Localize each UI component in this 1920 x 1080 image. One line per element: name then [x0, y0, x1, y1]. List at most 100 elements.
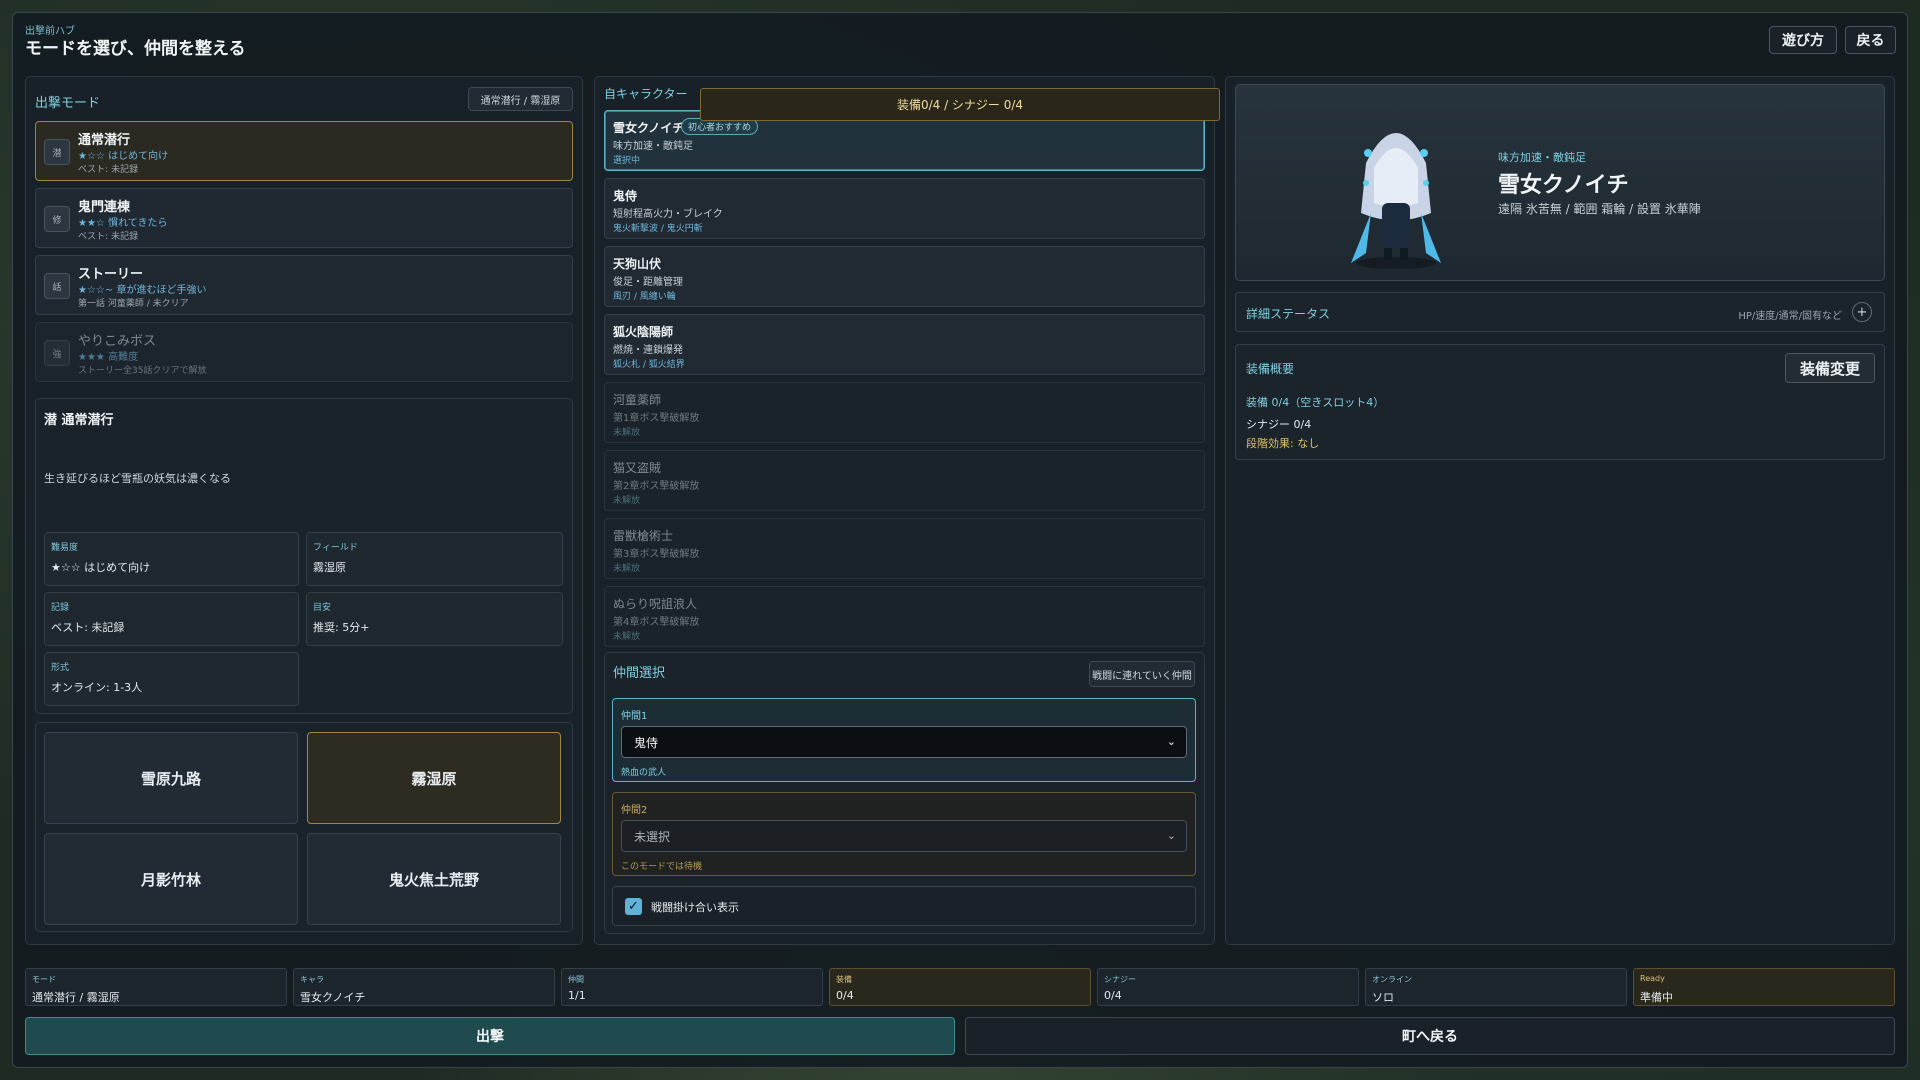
character-name: 雪女クノイチ [613, 121, 685, 135]
summary-value: 通常潜行 / 霧湿原 [32, 991, 120, 1004]
equip-synergy-tooltip: 装備0/4 / シナジー 0/4 [700, 88, 1220, 121]
mode-name: ストーリー [78, 267, 144, 282]
summary-value: 準備中 [1640, 991, 1673, 1004]
character-item-raiju[interactable]: 雷獣槍術士 第3章ボス撃破解放 未解放 [604, 518, 1205, 579]
sortie-button[interactable]: 出撃 [25, 1017, 955, 1055]
summary-label: 装備 [836, 975, 852, 984]
companion-2-select[interactable]: 未選択 ⌄ [621, 820, 1187, 852]
detail-guide: 目安 推奨: 5分+ [306, 592, 563, 646]
cell-label: 難易度 [51, 543, 79, 553]
character-sub: 選択中 [613, 156, 641, 166]
character-sub: 風刃 / 風纏い輪 [613, 292, 676, 302]
mode-detail-desc: 生き延びるほど雪瓶の妖気は濃くなる [44, 472, 231, 485]
character-panel-title: 自キャラクター [604, 87, 688, 101]
companion-chip: 戦闘に連れていく仲間 [1089, 661, 1195, 687]
companion-slot-1: 仲間1 鬼侍 ⌄ 熱血の武人 [612, 698, 1196, 782]
back-button[interactable]: 戻る [1845, 26, 1896, 54]
character-item-nekomata[interactable]: 猫又盗賊 第2章ボス撃破解放 未解放 [604, 450, 1205, 511]
slot-label: 仲間1 [621, 711, 648, 722]
mode-item-story[interactable]: 話 ストーリー ★☆☆~ 章が進むほど手強い 第一話 河童薬師 / 未クリア [35, 255, 573, 315]
character-name: 猫又盗賊 [613, 461, 662, 475]
character-sub: 未解放 [613, 496, 641, 506]
cell-value: ベスト: 未記録 [51, 621, 125, 634]
character-item-onmyoji[interactable]: 狐火陰陽師 燃焼・連鎖爆発 狐火札 / 狐火結界 [604, 314, 1205, 375]
mode-icon: 潜 [44, 139, 70, 165]
summary-equipment: 装備 0/4 [829, 968, 1091, 1006]
summary-companions: 仲間 1/1 [561, 968, 823, 1006]
mode-difficulty: ★★★ 高難度 [78, 352, 139, 363]
field-option-mistmarsh[interactable]: 霧湿原 [307, 732, 561, 824]
cell-label: フィールド [313, 543, 358, 553]
mode-name: 鬼門連棟 [78, 200, 131, 215]
checkbox-checked-icon[interactable]: ✓ [625, 898, 642, 915]
summary-online: オンライン ソロ [1365, 968, 1627, 1006]
character-name: 鬼侍 [613, 189, 638, 203]
summary-label: キャラ [300, 975, 324, 984]
character-role: 第4章ボス撃破解放 [613, 617, 700, 628]
summary-character: キャラ 雪女クノイチ [293, 968, 555, 1006]
character-sub: 未解放 [613, 564, 641, 574]
mode-item-boss[interactable]: 強 やりこみボス ★★★ 高難度 ストーリー全35話クリアで解放 [35, 322, 573, 382]
character-name: ぬらり呪詛浪人 [613, 597, 698, 611]
equip-title: 装備概要 [1246, 362, 1295, 376]
summary-label: シナジー [1104, 975, 1136, 984]
mode-item-normal[interactable]: 潜 通常潜行 ★☆☆ はじめて向け ベスト: 未記録 [35, 121, 573, 181]
mode-best: ベスト: 未記録 [78, 232, 139, 242]
field-option-snowfield[interactable]: 雪原九路 [44, 732, 298, 824]
summary-value: 0/4 [1104, 989, 1122, 1002]
cell-value: 推奨: 5分+ [313, 621, 370, 634]
slot-label: 仲間2 [621, 805, 648, 816]
return-town-button[interactable]: 町へ戻る [965, 1017, 1895, 1055]
equip-change-button[interactable]: 装備変更 [1785, 353, 1875, 383]
preview-name: 雪女クノイチ [1498, 173, 1629, 198]
detail-difficulty: 難易度 ★☆☆ はじめて向け [44, 532, 299, 586]
summary-label: 仲間 [568, 975, 584, 984]
summary-ready: Ready 準備中 [1633, 968, 1895, 1006]
summary-synergy: シナジー 0/4 [1097, 968, 1359, 1006]
mode-name: やりこみボス [78, 334, 157, 349]
field-option-wasteland[interactable]: 鬼火焦土荒野 [307, 833, 561, 925]
summary-value: 雪女クノイチ [300, 991, 366, 1004]
mode-item-kimon[interactable]: 修 鬼門連棟 ★★☆ 慣れてきたら ベスト: 未記録 [35, 188, 573, 248]
status-hint: HP/速度/通常/固有など [1738, 311, 1842, 322]
character-name: 河童薬師 [613, 393, 662, 407]
chevron-down-icon: ⌄ [1166, 829, 1176, 842]
cell-value: ★☆☆ はじめて向け [51, 561, 151, 574]
preview-role: 味方加速・敵鈍足 [1498, 151, 1586, 164]
companion-1-select[interactable]: 鬼侍 ⌄ [621, 726, 1187, 758]
mode-icon: 強 [44, 340, 70, 366]
character-role: 味方加速・敵鈍足 [613, 141, 693, 152]
status-row[interactable]: 詳細ステータス HP/速度/通常/固有など + [1235, 292, 1885, 332]
summary-label: オンライン [1372, 975, 1412, 984]
character-item-kappa[interactable]: 河童薬師 第1章ボス撃破解放 未解放 [604, 382, 1205, 443]
character-role: 第2章ボス撃破解放 [613, 481, 700, 492]
character-item-tengu[interactable]: 天狗山伏 俊足・距離管理 風刃 / 風纏い輪 [604, 246, 1205, 307]
summary-mode: モード 通常潜行 / 霧湿原 [25, 968, 287, 1006]
banter-toggle-row[interactable]: ✓ 戦闘掛け合い表示 [612, 886, 1196, 926]
character-role: 燃焼・連鎖爆発 [613, 345, 683, 356]
expand-icon[interactable]: + [1852, 302, 1872, 322]
mode-icon: 修 [44, 206, 70, 232]
banter-toggle-label: 戦闘掛け合い表示 [651, 901, 739, 914]
preview-skills: 遠隔 氷苦無 / 範囲 霜輪 / 設置 氷華陣 [1498, 202, 1701, 216]
character-role: 第1章ボス撃破解放 [613, 413, 700, 424]
mode-icon: 話 [44, 273, 70, 299]
summary-value: 1/1 [568, 989, 586, 1002]
slot-note: 熱血の武人 [621, 768, 667, 778]
character-role: 俊足・距離管理 [613, 277, 683, 288]
summary-label: モード [32, 975, 56, 984]
character-sub: 鬼火斬撃波 / 鬼火円斬 [613, 224, 703, 234]
character-item-onisamurai[interactable]: 鬼侍 短射程高火力・ブレイク 鬼火斬撃波 / 鬼火円斬 [604, 178, 1205, 239]
companion-slot-2: 仲間2 未選択 ⌄ このモードでは待機 [612, 792, 1196, 876]
equip-slots: 装備 0/4（空きスロット4） [1246, 396, 1385, 409]
character-preview: 味方加速・敵鈍足 雪女クノイチ 遠隔 氷苦無 / 範囲 霜輪 / 設置 氷華陣 [1235, 84, 1885, 281]
howto-button[interactable]: 遊び方 [1769, 26, 1837, 54]
mode-difficulty: ★☆☆~ 章が進むほど手強い [78, 285, 207, 296]
character-portrait [1351, 133, 1441, 269]
character-item-nurari[interactable]: ぬらり呪詛浪人 第4章ボス撃破解放 未解放 [604, 586, 1205, 647]
field-option-bamboo[interactable]: 月影竹林 [44, 833, 298, 925]
mode-detail-title: 潜 通常潜行 [44, 413, 114, 428]
status-title: 詳細ステータス [1246, 307, 1331, 321]
equip-synergy: シナジー 0/4 [1246, 418, 1312, 431]
slot-note: このモードでは待機 [621, 862, 703, 872]
